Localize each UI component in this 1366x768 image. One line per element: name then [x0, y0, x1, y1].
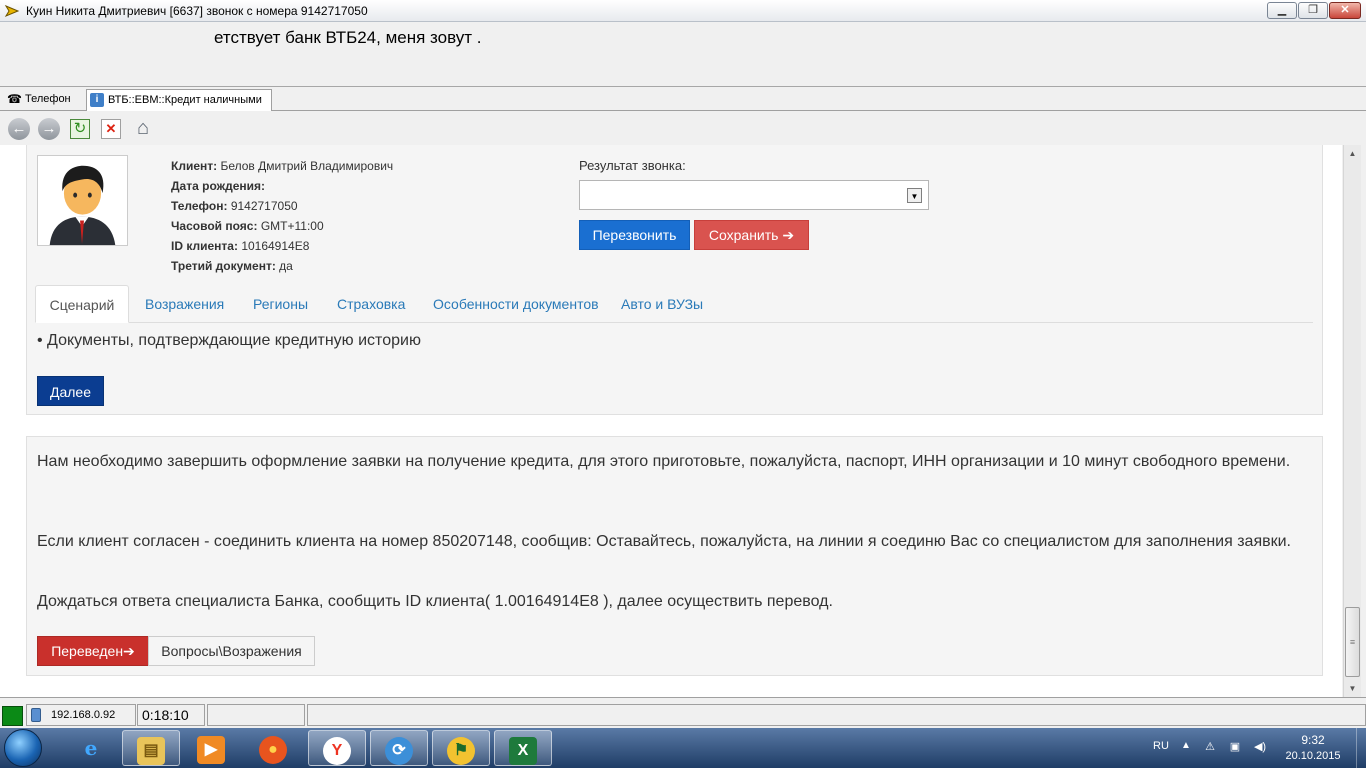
close-window-button[interactable]: ✕ — [1329, 2, 1361, 19]
chevron-down-icon[interactable]: ▼ — [907, 188, 922, 203]
tab-document-features[interactable]: Особенности документов — [433, 285, 599, 323]
tab-regions[interactable]: Регионы — [253, 285, 308, 323]
tab-scenario[interactable]: Сценарий — [35, 285, 129, 323]
call-result-label: Результат звонка: — [579, 158, 686, 173]
app-icon — [4, 4, 20, 18]
refresh-icon[interactable]: ↻ — [70, 119, 90, 139]
scroll-up-icon[interactable]: ▲ — [1344, 145, 1361, 162]
transfer-instruction-2: Если клиент согласен - соединить клиента… — [37, 533, 1291, 550]
save-button[interactable]: Сохранить ➔ — [694, 220, 809, 250]
language-indicator[interactable]: RU — [1153, 740, 1169, 752]
client-timezone: GMT+11:00 — [260, 219, 324, 233]
client-phone-row: Телефон: 9142717050 — [171, 199, 298, 213]
taskbar-ie-icon[interactable]: e — [62, 730, 120, 766]
call-result-select[interactable]: ▼ — [579, 180, 929, 210]
client-tz-row: Часовой пояс: GMT+11:00 — [171, 219, 324, 233]
stop-icon[interactable]: ✕ — [101, 119, 121, 139]
vertical-scrollbar[interactable]: ▲ ≡ ▼ — [1343, 145, 1361, 697]
avatar — [37, 155, 128, 246]
next-button[interactable]: Далее — [37, 376, 104, 406]
taskbar-media-icon[interactable]: ▶ — [182, 730, 240, 766]
tab-insurance[interactable]: Страховка — [337, 285, 405, 323]
scrollbar-thumb[interactable]: ≡ — [1345, 607, 1360, 677]
minimize-button[interactable]: ▁ — [1267, 2, 1297, 19]
status-ip-cell: 192.168.0.92 — [26, 704, 136, 726]
client-doc-row: Третий документ: да — [171, 259, 293, 273]
doc-tab-phone-label: Телефон — [25, 93, 71, 105]
nav-toolbar: ← → ↻ ✕ ⌂ — [0, 112, 1366, 145]
client-name-row: Клиент: Белов Дмитрий Владимирович — [171, 159, 394, 173]
client-panel: Клиент: Белов Дмитрий Владимирович Дата … — [26, 145, 1323, 415]
client-phone: 9142717050 — [230, 199, 298, 213]
back-arrow-icon[interactable]: ← — [8, 118, 30, 140]
client-birth-row: Дата рождения: — [171, 179, 266, 193]
transfer-panel: Нам необходимо завершить оформление заяв… — [26, 436, 1323, 676]
script-banner: етствует банк ВТБ24, меня зовут . — [0, 22, 1366, 87]
transfer-instruction-3: Дождаться ответа специалиста Банка, сооб… — [37, 593, 833, 610]
clock-date[interactable]: 20.10.2015 — [1278, 750, 1348, 762]
start-button[interactable] — [4, 729, 42, 767]
document-tabstrip: ☎ Телефон i ВТБ::ЕВМ::Кредит наличными — [0, 88, 1366, 111]
client-id: 10164914E8 — [241, 239, 310, 253]
client-name: Белов Дмитрий Владимирович — [220, 159, 394, 173]
doc-tab-phone[interactable]: ☎ Телефон — [4, 89, 84, 111]
transfer-instruction-1: Нам необходимо завершить оформление заяв… — [37, 453, 1291, 470]
script-banner-text: етствует банк ВТБ24, меня зовут . — [214, 28, 482, 47]
client-third-doc: да — [279, 259, 293, 273]
forward-arrow-icon[interactable]: → — [38, 118, 60, 140]
taskbar-sync-icon[interactable]: ⟳ — [370, 730, 428, 766]
info-icon: i — [90, 93, 104, 108]
tab-auto-universities[interactable]: Авто и ВУЗы — [621, 285, 703, 323]
taskbar-excel-icon[interactable]: X — [494, 730, 552, 766]
tray-expand-icon[interactable]: ▲ — [1181, 740, 1191, 751]
home-icon[interactable]: ⌂ — [130, 116, 156, 140]
clock-time[interactable]: 9:32 — [1278, 733, 1348, 747]
taskbar-explorer-icon[interactable]: ▤ — [122, 730, 180, 766]
show-desktop-button[interactable] — [1356, 728, 1366, 768]
taskbar: e ▤ ▶ ● Y ⟳ ⚑ X RU ▲ ⚠ ▣ ◀) 9:32 20.10.2… — [0, 728, 1366, 768]
network-icon — [31, 708, 41, 722]
scenario-bullet-text: • Документы, подтверждающие кредитную ис… — [37, 332, 421, 349]
tray-volume-icon[interactable]: ◀) — [1253, 740, 1267, 754]
scroll-down-icon[interactable]: ▼ — [1344, 680, 1361, 697]
status-cell-empty-wide — [307, 704, 1366, 726]
status-bar: 192.168.0.92 0:18:10 — [0, 697, 1366, 728]
doc-tab-credit-label: ВТБ::ЕВМ::Кредит наличными — [108, 94, 262, 106]
transferred-button[interactable]: Переведен➔ — [37, 636, 149, 666]
script-tabs: Сценарий Возражения Регионы Страховка Ос… — [35, 285, 1313, 323]
window-title: Куин Никита Дмитриевич [6637] звонок с н… — [26, 4, 368, 18]
client-id-row: ID клиента: 10164914E8 — [171, 239, 310, 253]
status-cell-empty — [207, 704, 305, 726]
maximize-button[interactable]: ❐ — [1298, 2, 1328, 19]
call-timer: 0:18:10 — [137, 704, 205, 726]
status-indicator — [2, 706, 23, 726]
recall-button[interactable]: Перезвонить — [579, 220, 690, 250]
doc-tab-credit[interactable]: i ВТБ::ЕВМ::Кредит наличными — [86, 89, 272, 111]
main-content: Клиент: Белов Дмитрий Владимирович Дата … — [0, 145, 1342, 697]
status-ip: 192.168.0.92 — [51, 709, 116, 721]
questions-objections-button[interactable]: Вопросы\Возражения — [148, 636, 315, 666]
tray-network-icon[interactable]: ▣ — [1228, 740, 1242, 754]
taskbar-firefox-icon[interactable]: ● — [244, 730, 302, 766]
window-titlebar: Куин Никита Дмитриевич [6637] звонок с н… — [0, 0, 1366, 22]
phone-icon: ☎ — [7, 92, 22, 107]
taskbar-yandex-icon[interactable]: Y — [308, 730, 366, 766]
taskbar-app-icon[interactable]: ⚑ — [432, 730, 490, 766]
tray-warning-icon[interactable]: ⚠ — [1203, 740, 1217, 754]
tab-objections[interactable]: Возражения — [145, 285, 224, 323]
